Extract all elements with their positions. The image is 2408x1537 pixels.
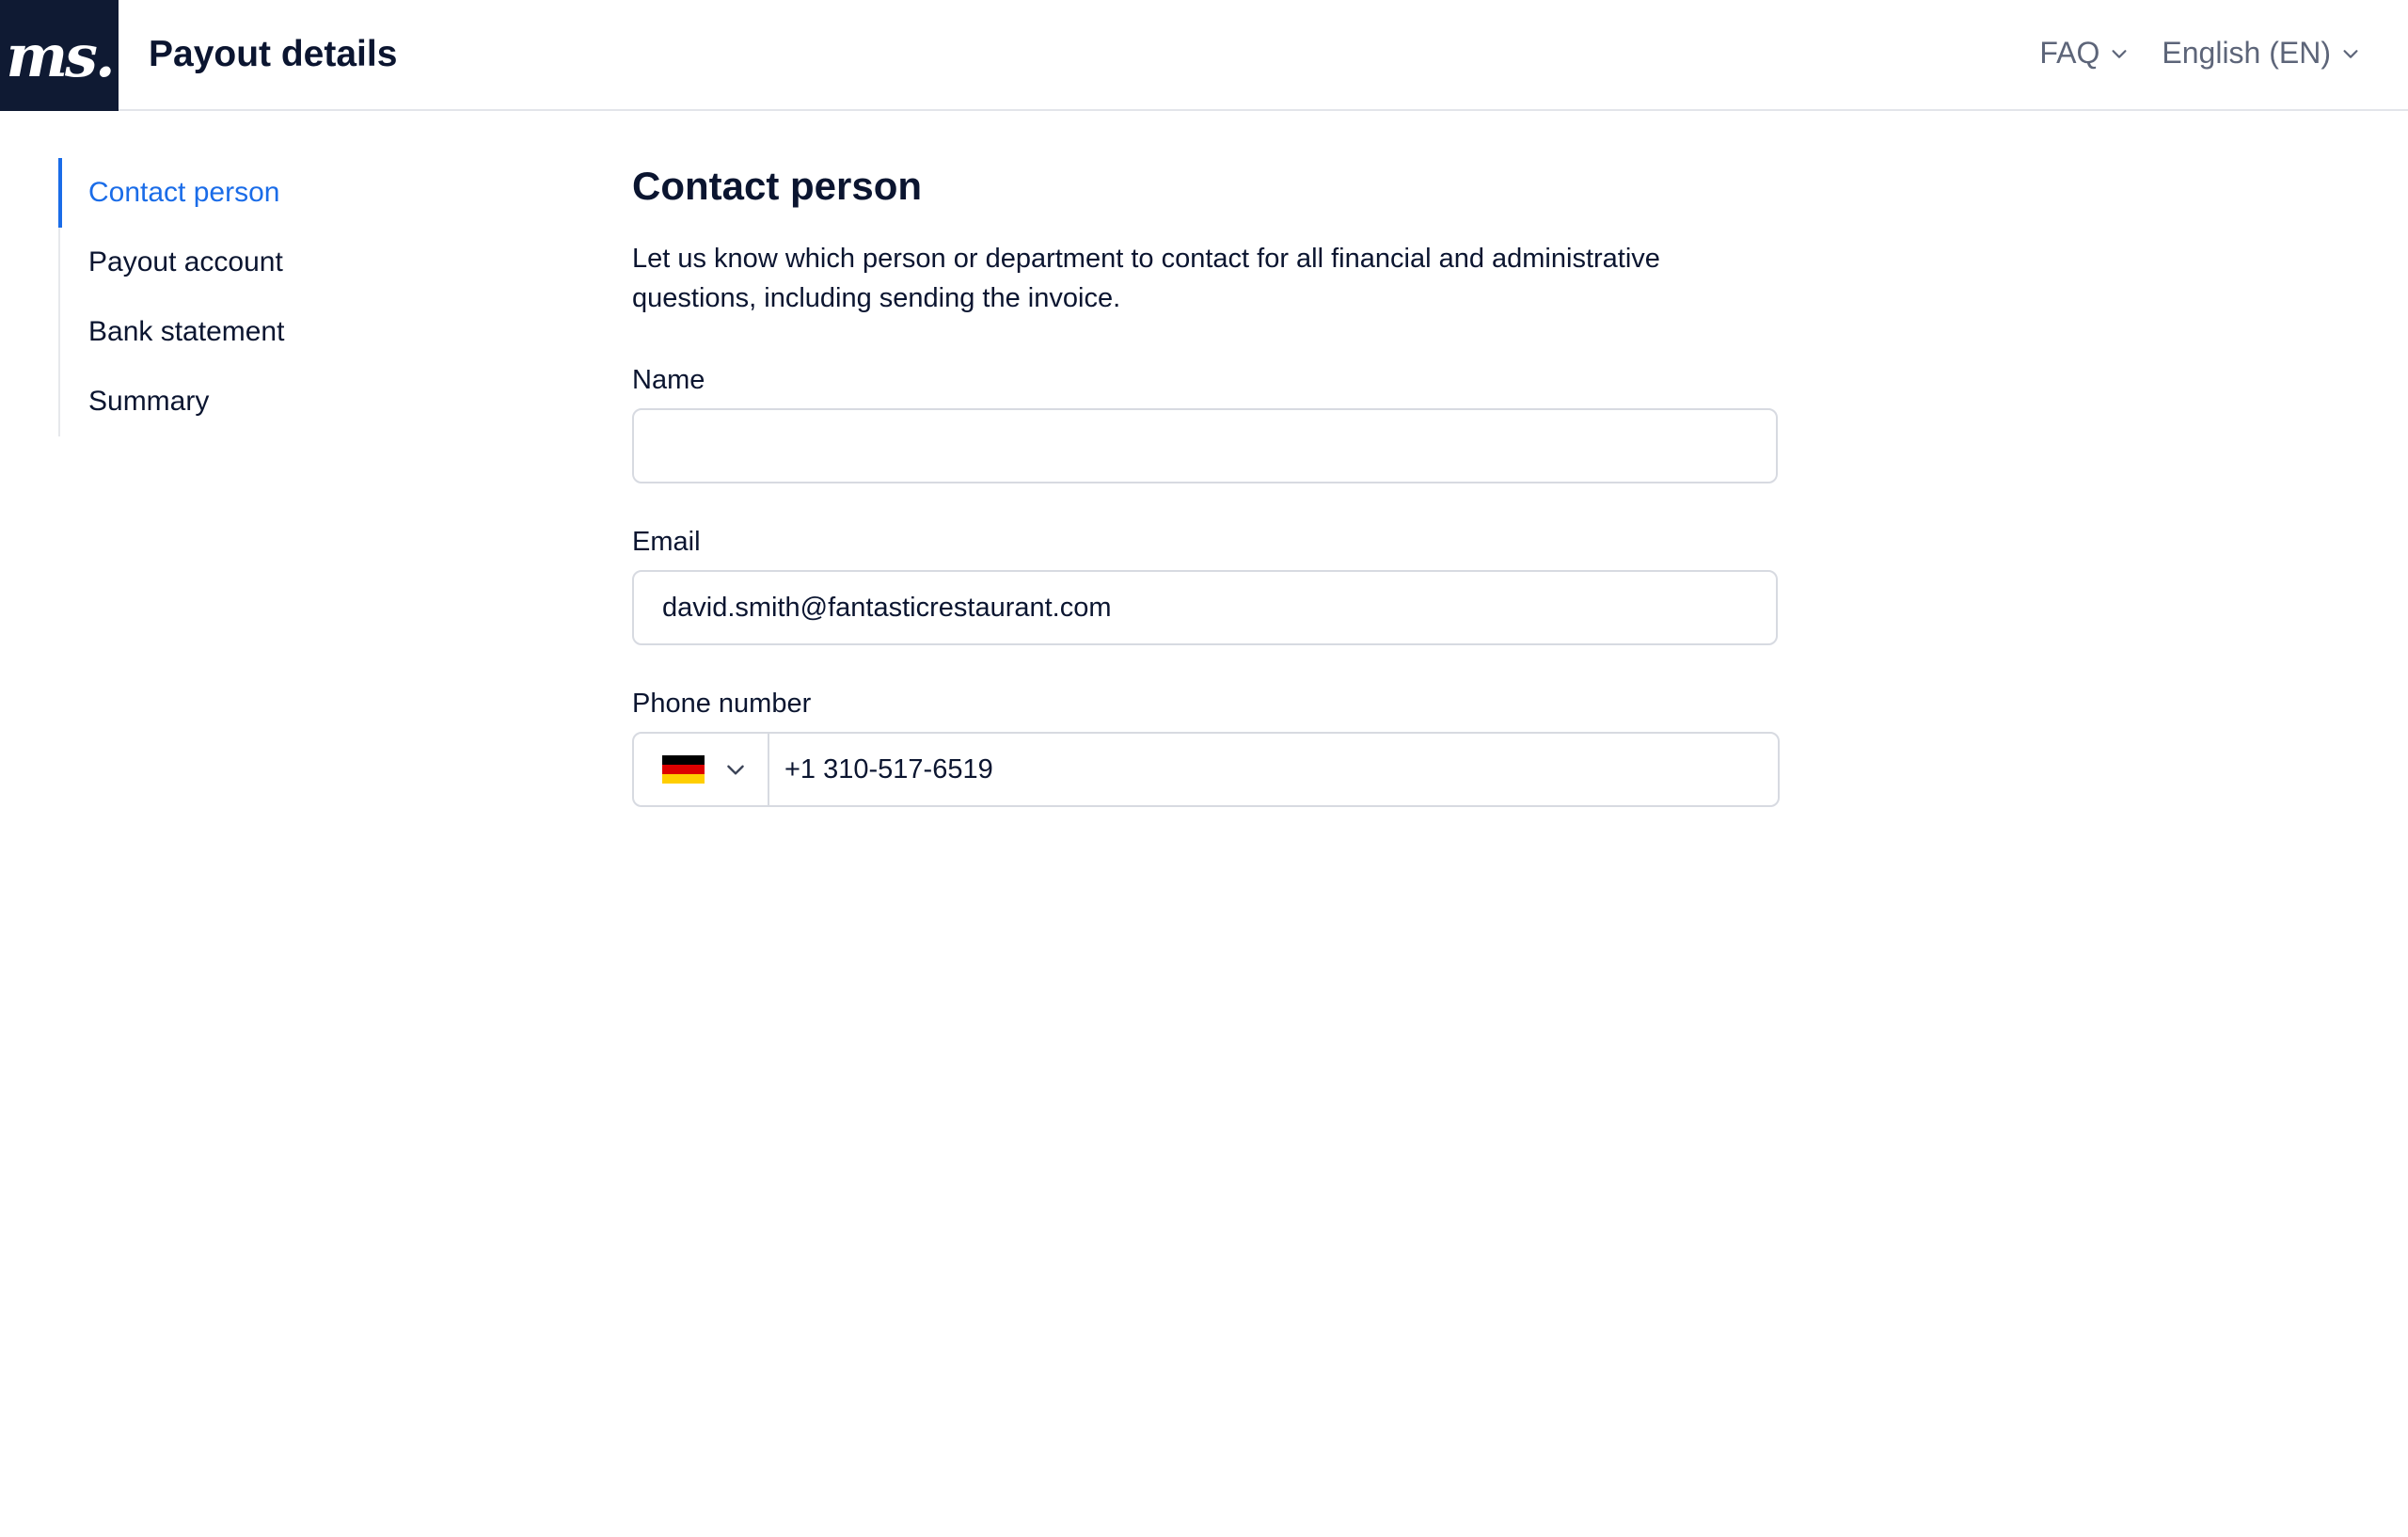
phone-input[interactable]	[769, 734, 1778, 805]
email-label: Email	[632, 527, 701, 557]
faq-label: FAQ	[2039, 36, 2100, 70]
phone-label: Phone number	[632, 689, 812, 719]
germany-flag-icon	[662, 755, 705, 784]
phone-field	[632, 732, 1780, 807]
name-label: Name	[632, 365, 705, 395]
email-input[interactable]	[632, 570, 1778, 645]
sidebar-item-summary[interactable]: Summary	[60, 367, 435, 436]
logo-text: ms.	[6, 21, 115, 90]
faq-dropdown[interactable]: FAQ	[2039, 36, 2130, 71]
intro-text: Let us know which person or department t…	[632, 244, 1660, 313]
chevron-down-icon	[2112, 49, 2127, 58]
language-label: English (EN)	[2162, 36, 2331, 70]
page-title: Payout details	[149, 34, 398, 74]
sidebar-item-bank-statement[interactable]: Bank statement	[60, 297, 435, 367]
name-input[interactable]	[632, 408, 1778, 483]
step-sidebar: Contact person Payout account Bank state…	[58, 158, 435, 436]
sidebar-item-payout-account[interactable]: Payout account	[60, 228, 435, 297]
country-code-select[interactable]	[634, 734, 769, 805]
top-nav: FAQ English (EN)	[2039, 36, 2361, 71]
sidebar-item-contact-person[interactable]: Contact person	[58, 158, 435, 228]
language-dropdown[interactable]: English (EN)	[2162, 36, 2361, 71]
top-header: ms. Payout details FAQ English (EN)	[0, 0, 2408, 111]
chevron-down-icon	[2343, 49, 2358, 58]
brand-logo[interactable]: ms.	[0, 0, 119, 111]
chevron-down-icon	[727, 765, 744, 775]
section-title: Contact person	[632, 164, 923, 208]
main-content: Contact person Let us know which person …	[632, 160, 1780, 807]
